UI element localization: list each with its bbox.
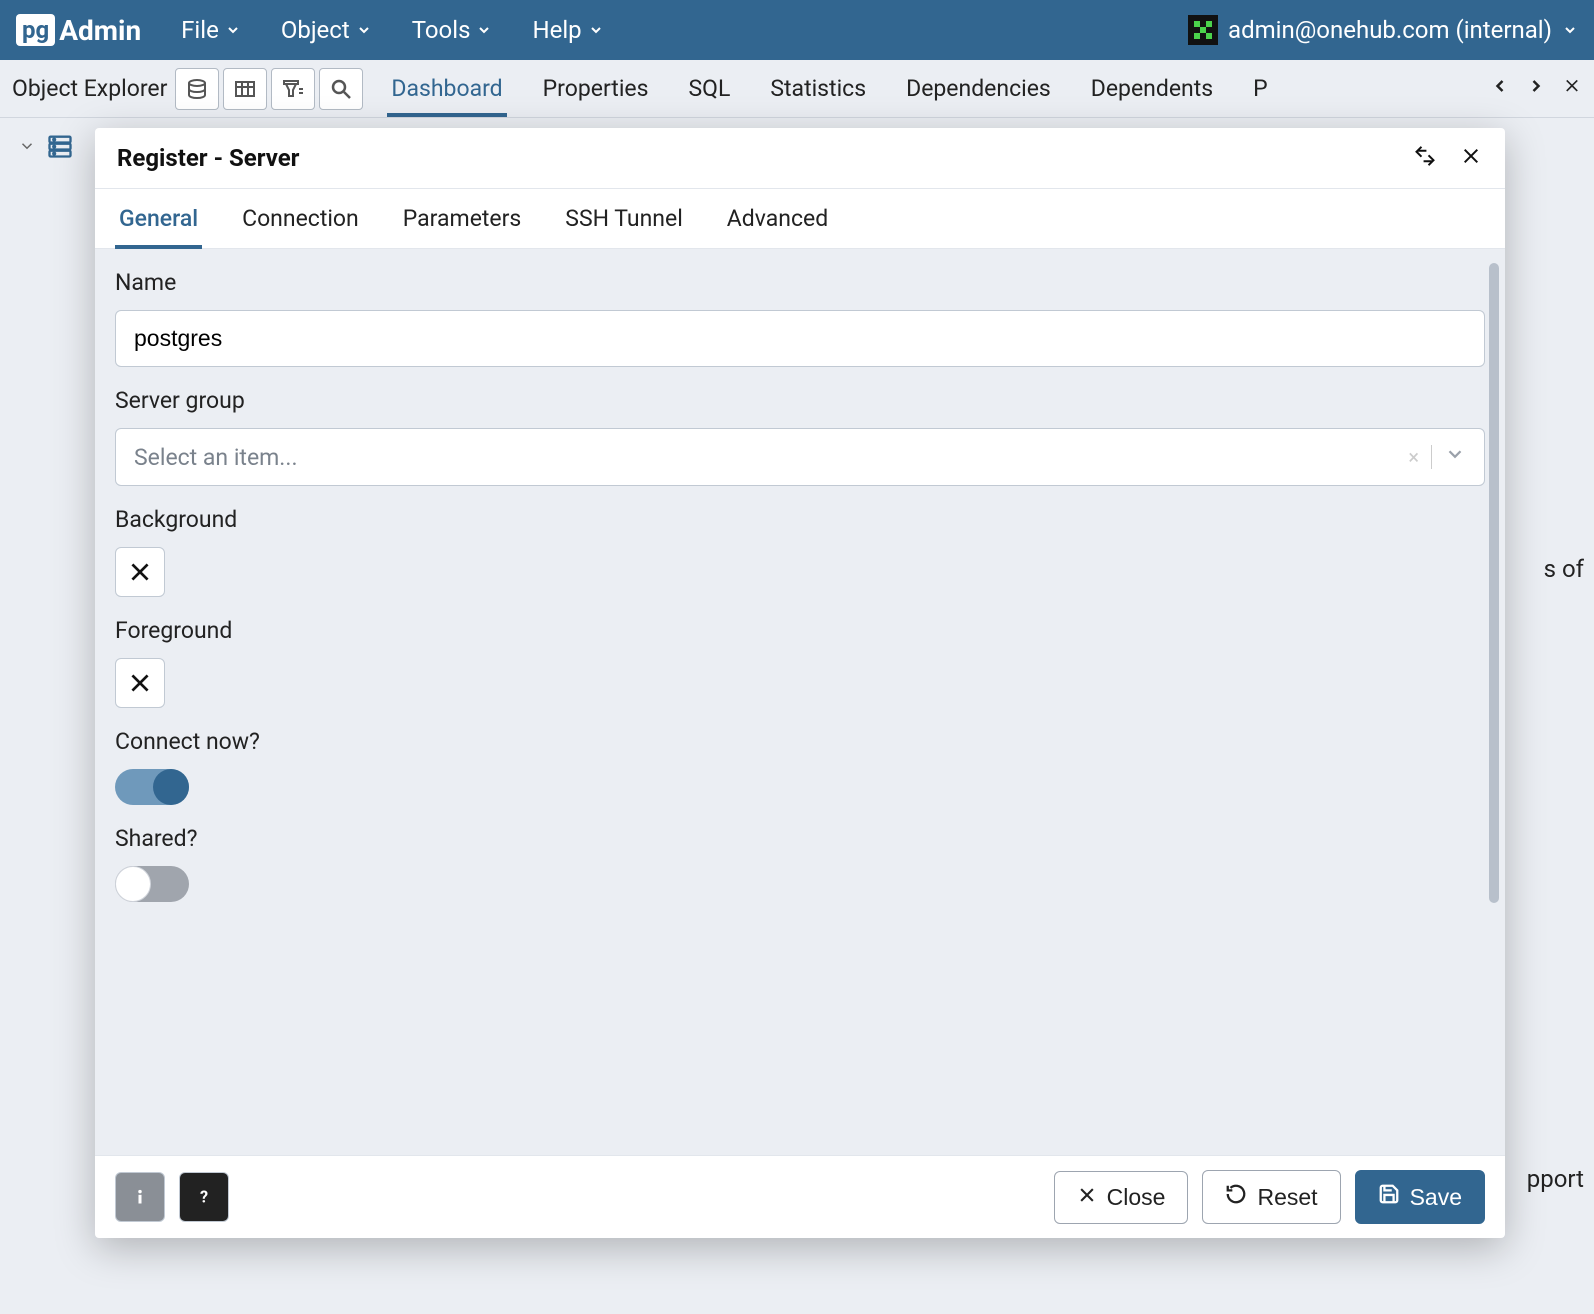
shared-label: Shared? [115,825,1485,852]
save-button-label: Save [1410,1184,1462,1211]
search-button[interactable] [319,68,363,110]
workspace-tabs-row: Object Explorer Dashboard Properties SQL… [0,60,1594,118]
menu-help-label: Help [532,16,581,44]
tab-dependencies[interactable]: Dependencies [902,61,1055,116]
svg-text:?: ? [200,1187,208,1206]
server-group-placeholder: Select an item... [134,444,298,471]
name-label: Name [115,269,1485,296]
dialog-help-button[interactable]: ? [179,1172,229,1222]
reset-button-label: Reset [1257,1184,1317,1211]
dialog-tab-advanced[interactable]: Advanced [723,189,832,248]
name-input[interactable] [115,310,1485,367]
menu-help[interactable]: Help [532,16,603,44]
save-button[interactable]: Save [1355,1170,1485,1224]
dialog-tab-ssh-tunnel[interactable]: SSH Tunnel [561,189,687,248]
chevron-down-icon [225,16,241,44]
tab-dashboard-label: Dashboard [391,75,502,102]
tab-properties[interactable]: Properties [539,61,653,116]
background-text-fragment: s of [1544,555,1584,583]
menu-file[interactable]: File [181,16,241,44]
explorer-toolbar [175,68,363,110]
tab-sql[interactable]: SQL [685,61,735,116]
dialog-maximize-button[interactable] [1413,144,1437,172]
connect-now-label: Connect now? [115,728,1485,755]
tab-sql-label: SQL [689,75,731,102]
background-label: Background [115,506,1485,533]
app-header: pg Admin File Object Tools Help admin@on… [0,0,1594,60]
tab-statistics[interactable]: Statistics [766,61,870,116]
register-server-dialog: Register - Server General Connection Par… [95,128,1505,1238]
chevron-down-icon [476,16,492,44]
reset-button[interactable]: Reset [1202,1170,1340,1224]
main-menu: File Object Tools Help [181,16,1188,44]
chevron-down-icon [1444,443,1466,471]
menu-object-label: Object [281,16,350,44]
user-menu[interactable]: admin@onehub.com (internal) [1188,15,1578,45]
dialog-tabs: General Connection Parameters SSH Tunnel… [95,189,1505,249]
dialog-tab-parameters-label: Parameters [403,205,522,232]
close-button-label: Close [1107,1184,1166,1211]
server-group-select[interactable]: Select an item... × [115,428,1485,486]
menu-tools[interactable]: Tools [412,16,493,44]
reset-icon [1225,1183,1247,1211]
tab-dependents-label: Dependents [1091,75,1213,102]
dialog-tab-connection-label: Connection [242,205,359,232]
tab-overflow-label: P [1253,75,1268,102]
separator [1431,445,1432,469]
dialog-tab-ssh-label: SSH Tunnel [565,205,683,232]
tab-close-button[interactable] [1562,75,1582,102]
select-clear-icon[interactable]: × [1408,445,1419,469]
tab-next-button[interactable] [1526,75,1546,102]
menu-object[interactable]: Object [281,16,372,44]
background-color-clear-button[interactable] [115,547,165,597]
tab-overflow-hint: P [1249,61,1272,116]
dialog-title: Register - Server [117,144,299,172]
server-group-label: Server group [115,387,1485,414]
server-group-icon [46,132,74,164]
view-data-button[interactable] [223,68,267,110]
logo-admin-text: Admin [59,14,141,47]
avatar [1188,15,1218,45]
query-tool-button[interactable] [175,68,219,110]
chevron-down-icon [588,16,604,44]
shared-toggle[interactable] [115,866,189,902]
menu-tools-label: Tools [412,16,471,44]
tab-statistics-label: Statistics [770,75,866,102]
tab-navigation [1490,75,1582,102]
tree-expand-toggle[interactable] [18,137,36,159]
foreground-color-clear-button[interactable] [115,658,165,708]
logo-pg-badge: pg [16,14,55,46]
dialog-tab-general-label: General [119,205,198,232]
chevron-down-icon [1562,16,1578,44]
connect-now-toggle[interactable] [115,769,189,805]
dialog-tab-connection[interactable]: Connection [238,189,363,248]
dialog-tab-general[interactable]: General [115,189,202,248]
dialog-footer: ? Close Reset Save [95,1155,1505,1238]
save-icon [1378,1183,1400,1211]
tab-dependents[interactable]: Dependents [1087,61,1217,116]
tab-properties-label: Properties [543,75,649,102]
app-logo: pg Admin [16,14,141,47]
filter-button[interactable] [271,68,315,110]
menu-file-label: File [181,16,219,44]
tab-dashboard[interactable]: Dashboard [387,61,506,116]
tab-dependencies-label: Dependencies [906,75,1051,102]
dialog-body: Name Server group Select an item... × Ba… [95,249,1505,1155]
dialog-tab-advanced-label: Advanced [727,205,828,232]
user-label: admin@onehub.com (internal) [1228,16,1552,44]
dialog-close-button[interactable] [1459,144,1483,172]
dialog-header: Register - Server [95,128,1505,189]
close-icon [1077,1184,1097,1211]
main-tabs: Dashboard Properties SQL Statistics Depe… [387,61,1490,116]
dialog-tab-parameters[interactable]: Parameters [399,189,526,248]
chevron-down-icon [356,16,372,44]
object-explorer-title: Object Explorer [12,75,167,102]
scrollbar[interactable] [1489,263,1499,903]
background-text-fragment: pport [1527,1165,1584,1193]
tab-prev-button[interactable] [1490,75,1510,102]
close-button[interactable]: Close [1054,1171,1189,1224]
foreground-label: Foreground [115,617,1485,644]
dialog-info-button[interactable] [115,1172,165,1222]
